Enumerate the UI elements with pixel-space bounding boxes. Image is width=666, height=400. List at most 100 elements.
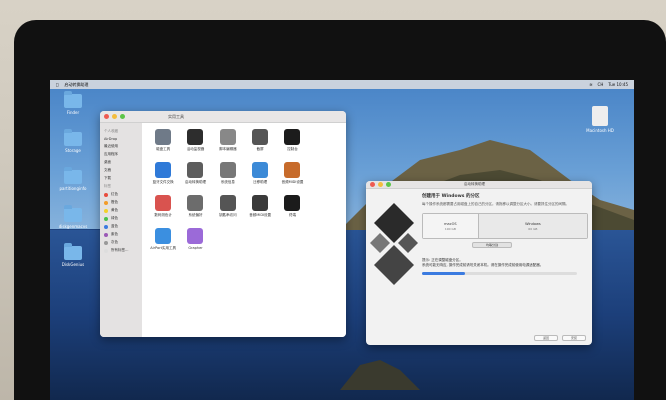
sidebar-item-downloads[interactable]: 下载 bbox=[104, 176, 138, 181]
macos-partition[interactable]: macOS 190 GB bbox=[423, 214, 479, 238]
zoom-button[interactable] bbox=[386, 182, 391, 187]
app-label: 音频MIDI设置 bbox=[249, 213, 272, 217]
sidebar-item-airdrop[interactable]: AirDrop bbox=[104, 137, 138, 141]
desktop-icon[interactable]: diskgenmacvs bbox=[58, 205, 88, 229]
app-item[interactable]: 迁移助理 bbox=[245, 162, 275, 185]
tag-dot-icon bbox=[104, 248, 108, 253]
sidebar-item-desktop[interactable]: 桌面 bbox=[104, 160, 138, 165]
app-label: Grapher bbox=[188, 246, 203, 250]
zoom-button[interactable] bbox=[120, 114, 125, 119]
menu-app-name[interactable]: 启动转换助理 bbox=[64, 80, 88, 89]
app-icon bbox=[219, 129, 236, 145]
app-item[interactable]: 系统信息 bbox=[213, 162, 243, 185]
app-item bbox=[310, 162, 340, 185]
windows-partition-label: Windows bbox=[525, 221, 541, 226]
app-item[interactable]: 音频MIDI设置 bbox=[245, 195, 275, 218]
tag-label: 所有标签… bbox=[111, 248, 129, 252]
menu-clock[interactable]: Tue 10:45 bbox=[608, 80, 628, 89]
app-item[interactable]: 钥匙串访问 bbox=[213, 195, 243, 218]
app-item[interactable]: 脚本编辑器 bbox=[213, 129, 243, 152]
app-item[interactable]: AirPort实用工具 bbox=[148, 228, 178, 251]
windows-partition[interactable]: Windows 60 GB bbox=[478, 214, 587, 238]
app-item[interactable]: 蓝牙文件交换 bbox=[148, 162, 178, 185]
desktop-icon[interactable]: partitionginfo bbox=[58, 167, 88, 191]
app-icon bbox=[252, 129, 269, 145]
app-grid: 磁盘工具 活动监视器 脚本编辑器 截屏 控制台 蓝牙文件交换 启动转换助理 系统信息 迁移助理音… bbox=[148, 129, 340, 251]
partition-slider[interactable]: macOS 190 GB Windows 60 GB bbox=[422, 213, 588, 239]
tag-list: 红色橙色黄色绿色蓝色紫色灰色所有标签… bbox=[104, 192, 138, 253]
tag-label: 灰色 bbox=[111, 240, 118, 244]
desktop-icon[interactable]: DiskGenius bbox=[58, 243, 88, 267]
sidebar-tag-item[interactable]: 灰色 bbox=[104, 240, 138, 245]
desktop-icon-label: diskgenmacvs bbox=[58, 224, 88, 229]
sidebar-item-applications[interactable]: 应用程序 bbox=[104, 152, 138, 157]
app-item[interactable]: 磁盘工具 bbox=[148, 129, 178, 152]
minimize-button[interactable] bbox=[378, 182, 383, 187]
folder-icon bbox=[64, 243, 82, 260]
install-button[interactable]: 安装 bbox=[562, 335, 586, 341]
desktop-icon[interactable]: Storage bbox=[58, 129, 88, 153]
app-item[interactable]: 启动转换助理 bbox=[180, 162, 210, 185]
app-label: 数码测色计 bbox=[154, 213, 172, 217]
app-item[interactable]: 终端 bbox=[277, 195, 307, 218]
macos-partition-label: macOS bbox=[444, 221, 457, 226]
app-label: 系统信息 bbox=[220, 180, 235, 184]
sidebar-tag-item[interactable]: 蓝色 bbox=[104, 224, 138, 229]
app-icon bbox=[187, 195, 204, 211]
app-label: AirPort实用工具 bbox=[150, 246, 177, 250]
sidebar-item-recents[interactable]: 最近使用 bbox=[104, 144, 138, 149]
app-label: 磁盘工具 bbox=[156, 147, 171, 151]
finder-content: 磁盘工具 活动监视器 脚本编辑器 截屏 控制台 蓝牙文件交换 启动转换助理 系统信息 迁移助理音… bbox=[142, 123, 346, 337]
app-label: 系统偏好 bbox=[188, 213, 203, 217]
finder-titlebar: 实用工具 bbox=[100, 111, 346, 123]
app-item[interactable]: Grapher bbox=[180, 228, 210, 251]
app-item[interactable]: 控制台 bbox=[277, 129, 307, 152]
folder-icon bbox=[64, 91, 82, 108]
tag-dot-icon bbox=[104, 224, 108, 229]
progress-bar bbox=[422, 272, 577, 275]
app-item[interactable]: 截屏 bbox=[245, 129, 275, 152]
input-source[interactable]: CH bbox=[598, 80, 604, 89]
tag-dot-icon bbox=[104, 240, 108, 245]
sidebar-tag-item[interactable]: 紫色 bbox=[104, 232, 138, 237]
progress-fill bbox=[422, 272, 466, 275]
app-icon bbox=[252, 195, 269, 211]
tags-header: 标签 bbox=[104, 184, 111, 188]
app-icon bbox=[187, 162, 204, 178]
favorites-header: 个人收藏 bbox=[104, 129, 118, 133]
app-item[interactable]: 数码测色计 bbox=[148, 195, 178, 218]
split-evenly-button[interactable]: 均等分割 bbox=[472, 242, 512, 248]
desktop-icon[interactable]: Finder bbox=[58, 91, 88, 115]
sidebar-tag-item[interactable]: 所有标签… bbox=[104, 248, 138, 253]
app-label: 钥匙串访问 bbox=[219, 213, 237, 217]
app-item[interactable]: 活动监视器 bbox=[180, 129, 210, 152]
sidebar-item-documents[interactable]: 文稿 bbox=[104, 168, 138, 173]
app-label: 脚本编辑器 bbox=[219, 147, 237, 151]
app-label: 截屏 bbox=[256, 147, 264, 151]
macos-partition-size: 190 GB bbox=[444, 226, 456, 231]
minimize-button[interactable] bbox=[112, 114, 117, 119]
bootcamp-panel: 创建用于 Windows 的分区 每个操作系统都需要占用磁盘上的自己的分区。请拖… bbox=[422, 193, 588, 343]
menu-bar:  启动转换助理 ≋ CH Tue 10:45 bbox=[50, 80, 634, 89]
close-button[interactable] bbox=[104, 114, 109, 119]
close-button[interactable] bbox=[370, 182, 375, 187]
desktop-icon-label: Finder bbox=[66, 110, 80, 115]
app-icon bbox=[155, 162, 172, 178]
sidebar-tag-item[interactable]: 橙色 bbox=[104, 200, 138, 205]
app-icon bbox=[155, 228, 172, 244]
app-item[interactable]: 系统偏好 bbox=[180, 195, 210, 218]
sidebar-tag-item[interactable]: 红色 bbox=[104, 192, 138, 197]
apple-icon[interactable]:  bbox=[56, 80, 58, 89]
wifi-icon[interactable]: ≋ bbox=[589, 80, 592, 89]
back-button[interactable]: 返回 bbox=[534, 335, 558, 341]
app-item[interactable]: 音频MIDI设置 bbox=[277, 162, 307, 185]
app-label: 启动转换助理 bbox=[184, 180, 206, 184]
hard-drive-icon[interactable]: Macintosh HD bbox=[586, 106, 614, 133]
app-icon bbox=[284, 129, 301, 145]
sidebar-tag-item[interactable]: 黄色 bbox=[104, 208, 138, 213]
app-icon bbox=[316, 162, 333, 178]
folder-icon bbox=[64, 205, 82, 222]
sidebar-tag-item[interactable]: 绿色 bbox=[104, 216, 138, 221]
tag-label: 橙色 bbox=[111, 200, 118, 204]
desktop-icon-label: partitionginfo bbox=[59, 186, 87, 191]
